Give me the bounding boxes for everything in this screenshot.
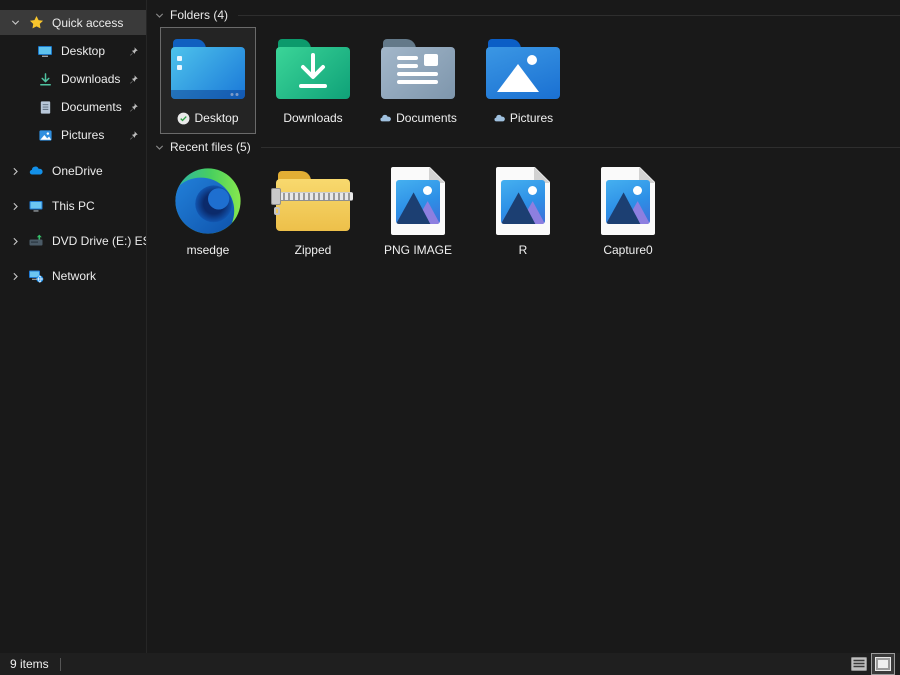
sidebar-item-quick-access[interactable]: Quick access (0, 10, 146, 35)
file-tile-capture0[interactable]: Capture0 (580, 159, 676, 266)
sidebar-item-label: Network (52, 269, 96, 283)
image-file-icon (496, 162, 550, 240)
details-view-button[interactable] (848, 654, 870, 674)
sidebar-item-this-pc[interactable]: This PC (0, 192, 146, 220)
content-pane: Folders (4) (148, 0, 900, 653)
navigation-pane: Quick access Desktop Downloads Documents (0, 0, 147, 653)
pictures-folder-icon (486, 30, 560, 108)
pin-icon (128, 130, 139, 141)
sidebar-item-label: OneDrive (52, 164, 103, 178)
folder-tile-downloads[interactable]: Downloads (265, 27, 361, 134)
cloud-status-icon (493, 112, 506, 125)
computer-icon (28, 198, 44, 214)
file-tile-r[interactable]: R (475, 159, 571, 266)
sidebar-item-documents[interactable]: Documents (0, 93, 146, 121)
chevron-down-icon[interactable] (152, 10, 166, 21)
folders-grid: Desktop Downloads (160, 27, 900, 134)
image-file-icon (391, 162, 445, 240)
section-title: Recent files (5) (170, 140, 251, 154)
chevron-down-icon[interactable] (8, 17, 22, 28)
image-file-icon (601, 162, 655, 240)
section-header-recent-files[interactable]: Recent files (5) (148, 139, 900, 155)
documents-folder-icon (381, 30, 455, 108)
chevron-right-icon[interactable] (8, 271, 22, 282)
zipped-folder-icon (276, 162, 350, 240)
sidebar-item-dvd-drive[interactable]: DVD Drive (E:) ESD- (0, 227, 146, 255)
network-icon (28, 268, 44, 284)
sidebar-item-label: Downloads (61, 72, 120, 86)
cloud-status-icon (379, 112, 392, 125)
sidebar-item-label: This PC (52, 199, 95, 213)
file-label: Zipped (295, 243, 332, 257)
file-label: msedge (187, 243, 230, 257)
cloud-icon (28, 163, 44, 179)
chevron-right-icon[interactable] (8, 236, 22, 247)
section-divider (261, 147, 900, 148)
sun-dot (528, 186, 537, 195)
item-count: 9 items (10, 657, 49, 671)
folder-label: Downloads (283, 111, 342, 125)
file-label: PNG IMAGE (384, 243, 452, 257)
chevron-right-icon[interactable] (8, 166, 22, 177)
file-label: Capture0 (603, 243, 652, 257)
folder-label: Desktop (194, 111, 238, 125)
monitor-icon (37, 43, 53, 59)
section-header-folders[interactable]: Folders (4) (148, 7, 900, 23)
sidebar-item-label: DVD Drive (E:) ESD- (52, 234, 146, 248)
sidebar-item-pictures[interactable]: Pictures (0, 121, 146, 149)
dvd-icon (28, 233, 44, 249)
sidebar-item-desktop[interactable]: Desktop (0, 37, 146, 65)
sidebar-item-onedrive[interactable]: OneDrive (0, 157, 146, 185)
section-divider (238, 15, 900, 16)
document-icon (37, 99, 53, 115)
pin-icon (128, 46, 139, 57)
sidebar-item-network[interactable]: Network (0, 262, 146, 290)
star-icon (28, 15, 44, 31)
folder-label: Pictures (510, 111, 553, 125)
folder-tile-pictures[interactable]: Pictures (475, 27, 571, 134)
sidebar-item-label: Quick access (52, 16, 123, 30)
chevron-down-icon[interactable] (152, 142, 166, 153)
pin-icon (128, 74, 139, 85)
file-tile-zipped[interactable]: Zipped (265, 159, 361, 266)
sidebar-item-label: Documents (61, 100, 122, 114)
folder-label: Documents (396, 111, 457, 125)
sidebar-item-label: Pictures (61, 128, 104, 142)
downloads-folder-icon (276, 30, 350, 108)
sync-check-icon (177, 112, 190, 125)
recent-files-grid: msedge Zipped (160, 159, 900, 266)
sidebar-item-downloads[interactable]: Downloads (0, 65, 146, 93)
folder-tile-desktop[interactable]: Desktop (160, 27, 256, 134)
sun-dot (423, 186, 432, 195)
chevron-right-icon[interactable] (8, 201, 22, 212)
download-icon (37, 71, 53, 87)
file-tile-png-image[interactable]: PNG IMAGE (370, 159, 466, 266)
section-title: Folders (4) (170, 8, 228, 22)
status-divider (60, 658, 61, 671)
folder-tile-documents[interactable]: Documents (370, 27, 466, 134)
file-label: R (519, 243, 528, 257)
status-bar: 9 items (0, 653, 900, 675)
pin-icon (128, 102, 139, 113)
sidebar-item-label: Desktop (61, 44, 105, 58)
edge-logo-icon (174, 162, 242, 240)
picture-icon (37, 127, 53, 143)
large-icons-view-button[interactable] (872, 654, 894, 674)
sun-dot (633, 186, 642, 195)
desktop-folder-icon (171, 30, 245, 108)
file-tile-msedge[interactable]: msedge (160, 159, 256, 266)
